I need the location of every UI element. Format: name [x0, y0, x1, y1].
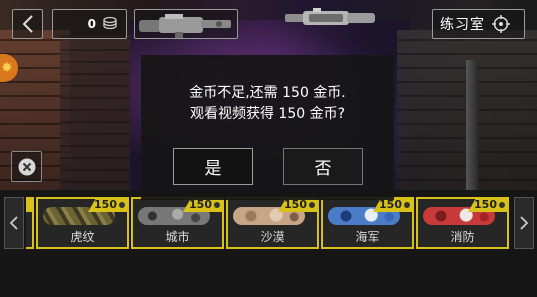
skin-name: 沙漠 [260, 230, 285, 244]
price-badge: 150 [373, 199, 412, 212]
skin-name: 城市 [165, 230, 190, 244]
coin-icon [499, 202, 505, 208]
close-icon [18, 158, 35, 175]
practice-room-button[interactable]: 练习室 [432, 9, 525, 39]
price-badge: 150 [183, 199, 222, 212]
skin-card[interactable]: 150 城市 [131, 197, 224, 249]
price-badge: 150 [88, 199, 127, 212]
crosshair-icon [492, 15, 510, 33]
skin-card-partial[interactable] [26, 197, 34, 249]
skin-card[interactable]: 150 虎纹 [36, 197, 129, 249]
coin-icon [214, 202, 220, 208]
back-button[interactable] [12, 9, 43, 39]
star-icon: ✸ [1, 60, 13, 76]
weapon-preview [285, 8, 375, 25]
no-button[interactable]: 否 [283, 148, 363, 185]
skin-name: 海军 [355, 230, 380, 244]
coin-icon [404, 202, 410, 208]
chevron-left-icon [9, 216, 18, 230]
coin-icon [309, 202, 315, 208]
dialog-message-line1: 金币不足,还需 150 金币. [189, 85, 346, 101]
skin-card[interactable]: 150 海军 [321, 197, 414, 249]
price-badge: 150 [278, 199, 317, 212]
scroll-left-button[interactable] [4, 197, 24, 249]
coin-balance: 0 [52, 9, 127, 39]
skin-name: 虎纹 [70, 230, 95, 244]
close-button[interactable] [11, 151, 42, 182]
coins-icon [103, 16, 117, 30]
practice-room-label: 练习室 [440, 17, 485, 33]
weapon-selector[interactable] [134, 9, 238, 39]
price-badge: 150 [468, 199, 507, 212]
metal-pole [466, 60, 478, 195]
scroll-right-button[interactable] [514, 197, 534, 249]
yes-button[interactable]: 是 [173, 148, 253, 185]
dialog-message-line2: 观看视频获得 150 金币? [189, 106, 346, 122]
skin-card[interactable]: 150 消防 [416, 197, 509, 249]
gun-icon [139, 14, 231, 38]
skin-name: 消防 [450, 230, 475, 244]
insufficient-coins-dialog: 金币不足,还需 150 金币. 观看视频获得 150 金币? 是 否 [141, 55, 394, 200]
coin-icon [119, 202, 125, 208]
skin-card[interactable]: 150 沙漠 [226, 197, 319, 249]
coin-count: 0 [87, 17, 96, 31]
chevron-right-icon [520, 216, 529, 230]
chevron-left-icon [22, 15, 33, 33]
